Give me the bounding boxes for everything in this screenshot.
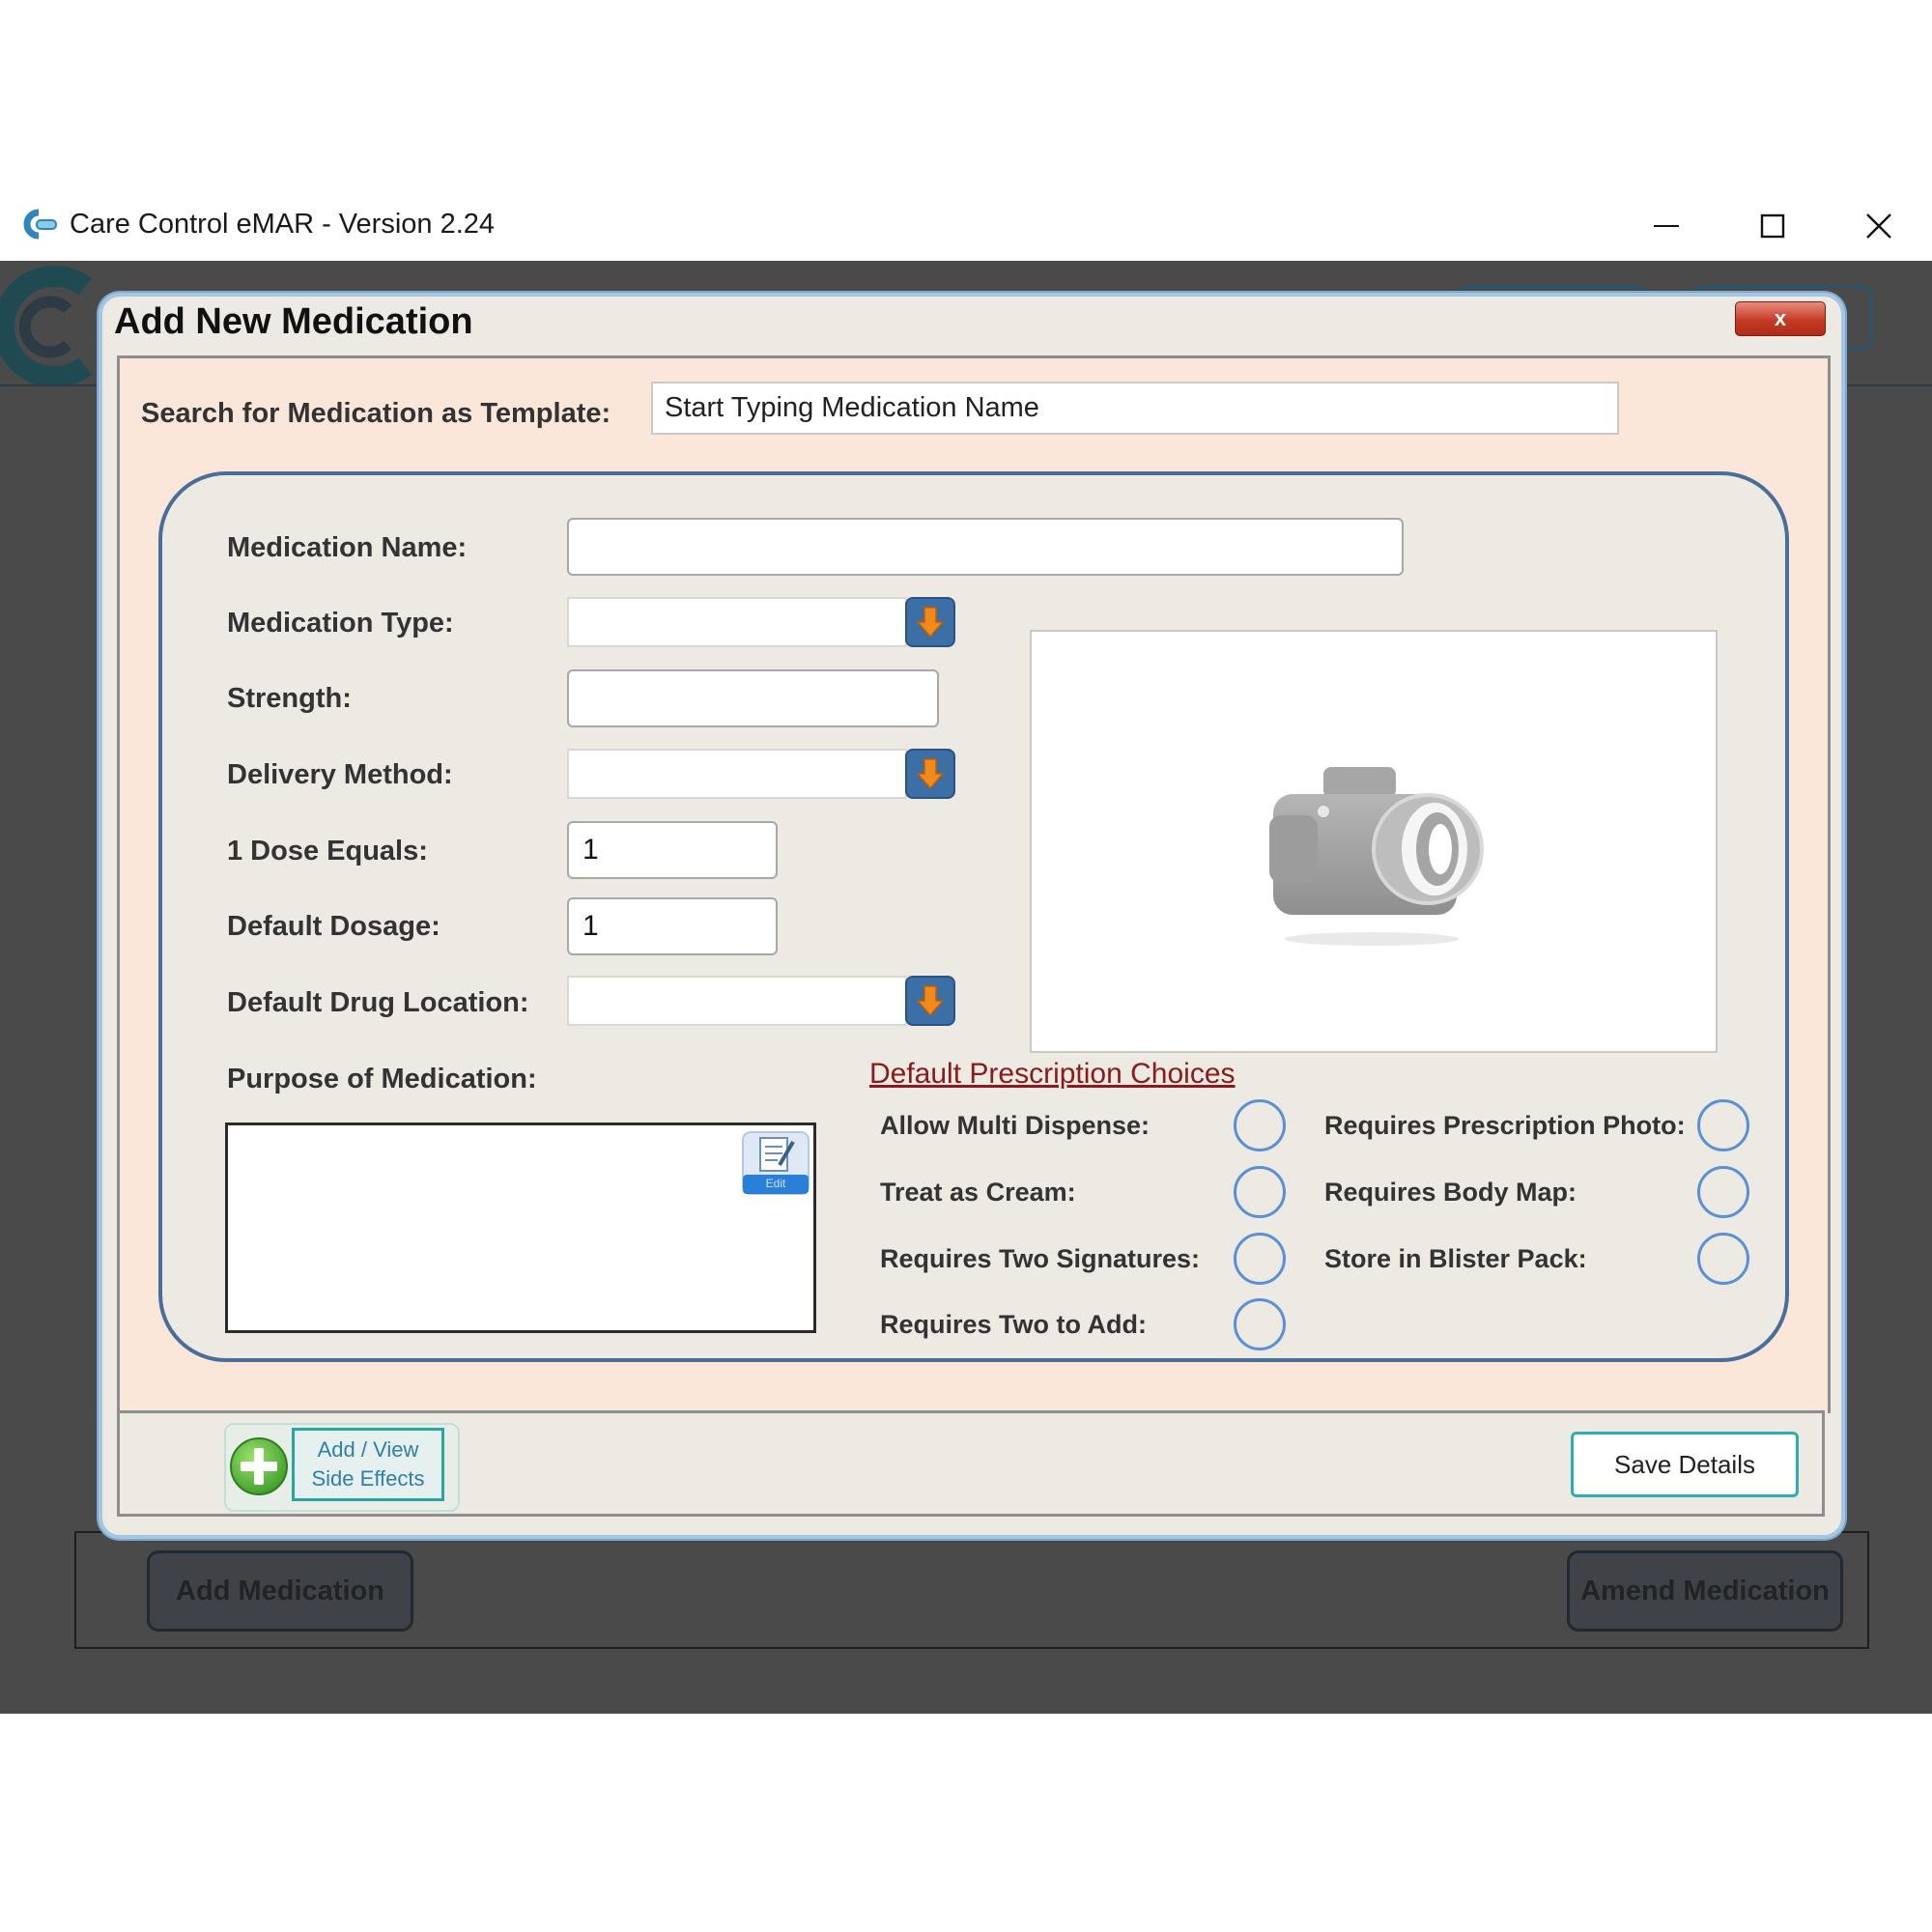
store-in-blister-pack-radio[interactable]: [1697, 1233, 1749, 1285]
requires-body-map-radio[interactable]: [1697, 1166, 1749, 1218]
close-icon: [1866, 213, 1891, 239]
edit-icon-caption: Edit: [765, 1177, 786, 1190]
window-close-button[interactable]: [1840, 199, 1918, 253]
arrow-down-icon: [916, 985, 945, 1017]
maximize-icon: [1760, 213, 1785, 239]
requires-prescription-photo-label: Requires Prescription Photo:: [1324, 1111, 1686, 1140]
dialog-close-button[interactable]: x: [1735, 301, 1826, 336]
add-medication-button: Add Medication: [147, 1550, 413, 1632]
save-details-button[interactable]: Save Details: [1571, 1432, 1799, 1497]
side-effects-line1: Add / View: [317, 1437, 419, 1462]
arrow-down-icon: [916, 758, 945, 790]
treat-as-cream-radio[interactable]: [1234, 1166, 1286, 1218]
requires-body-map-label: Requires Body Map:: [1324, 1178, 1577, 1207]
dose-equals-label: 1 Dose Equals:: [227, 836, 428, 867]
plus-icon: [229, 1436, 289, 1496]
strength-input[interactable]: [567, 669, 939, 727]
maximize-button[interactable]: [1734, 199, 1811, 253]
purpose-label: Purpose of Medication:: [227, 1064, 537, 1094]
requires-two-signatures-radio[interactable]: [1234, 1233, 1286, 1285]
side-effects-line2: Side Effects: [311, 1466, 425, 1491]
medication-photo-box[interactable]: [1030, 630, 1718, 1053]
background-logo-icon: [0, 266, 106, 387]
camera-icon: [1269, 767, 1484, 946]
store-in-blister-pack-label: Store in Blister Pack:: [1324, 1244, 1587, 1273]
delivery-method-label: Delivery Method:: [227, 759, 453, 790]
default-drug-location-label: Default Drug Location:: [227, 987, 529, 1018]
requires-two-signatures-label: Requires Two Signatures:: [880, 1244, 1201, 1273]
amend-medication-button: Amend Medication: [1567, 1550, 1843, 1632]
treat-as-cream-label: Treat as Cream:: [880, 1178, 1076, 1207]
edit-notes-button[interactable]: Edit: [741, 1130, 810, 1196]
allow-multi-dispense-radio[interactable]: [1234, 1099, 1286, 1151]
side-effects-label: Add / View Side Effects: [292, 1428, 444, 1501]
delivery-method-select[interactable]: [567, 749, 907, 799]
prescription-choices-heading[interactable]: Default Prescription Choices: [869, 1058, 1236, 1091]
delivery-method-dropdown-button[interactable]: [905, 749, 955, 799]
default-dosage-input[interactable]: [567, 897, 778, 955]
minimize-icon: [1654, 225, 1679, 227]
medication-type-select[interactable]: [567, 597, 907, 647]
default-drug-location-dropdown-button[interactable]: [905, 976, 955, 1026]
default-dosage-label: Default Dosage:: [227, 911, 440, 942]
requires-two-to-add-label: Requires Two to Add:: [880, 1310, 1147, 1339]
dose-equals-input[interactable]: [567, 821, 778, 879]
window-title: Care Control eMAR - Version 2.24: [70, 209, 496, 240]
requires-prescription-photo-radio[interactable]: [1697, 1099, 1749, 1151]
medication-name-label: Medication Name:: [227, 532, 468, 563]
arrow-down-icon: [916, 607, 945, 639]
minimize-button[interactable]: [1628, 199, 1705, 253]
medication-type-dropdown-button[interactable]: [905, 597, 955, 647]
search-template-input[interactable]: [651, 382, 1619, 435]
requires-two-to-add-radio[interactable]: [1234, 1298, 1286, 1350]
dialog-title: Add New Medication: [114, 301, 473, 342]
allow-multi-dispense-label: Allow Multi Dispense:: [880, 1111, 1151, 1140]
search-template-label: Search for Medication as Template:: [141, 398, 611, 429]
medication-name-input[interactable]: [567, 518, 1404, 576]
care-control-logo-icon: [17, 207, 58, 242]
strength-label: Strength:: [227, 683, 352, 714]
purpose-textarea[interactable]: [225, 1122, 816, 1333]
default-drug-location-select[interactable]: [567, 976, 907, 1026]
medication-type-label: Medication Type:: [227, 608, 454, 639]
